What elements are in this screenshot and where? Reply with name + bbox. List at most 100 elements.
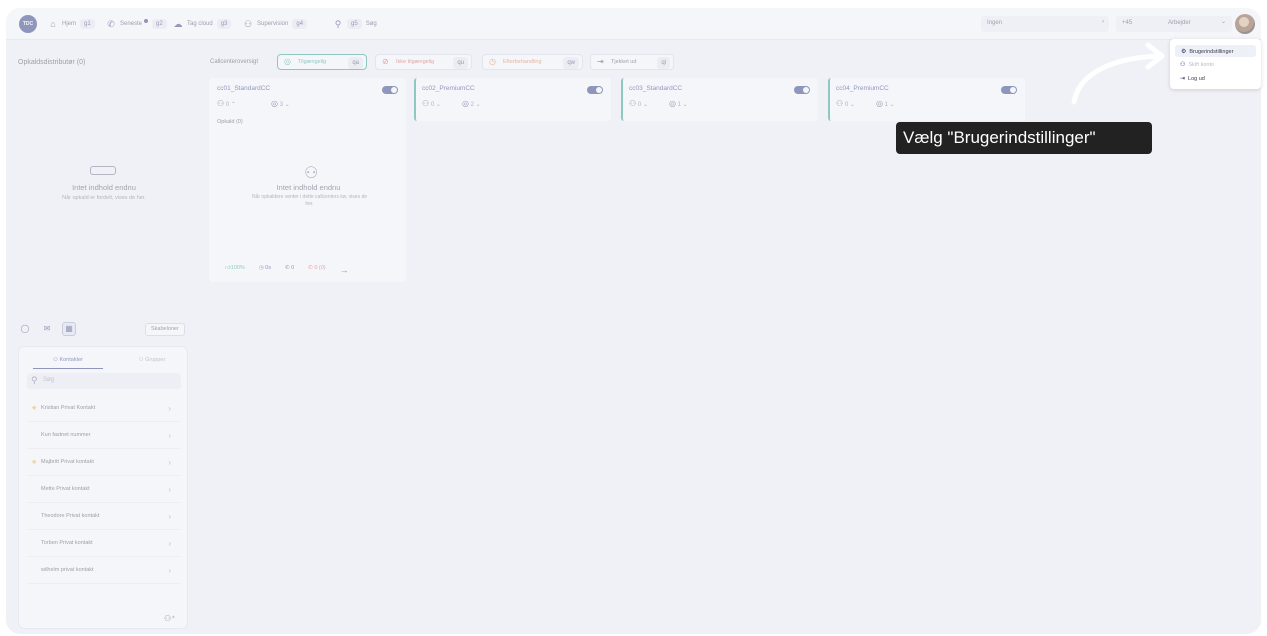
- shortcut-g5: g5: [347, 19, 362, 29]
- templates-button[interactable]: Skabeloner: [145, 323, 185, 336]
- queue-select[interactable]: Ingen ›: [981, 16, 1109, 32]
- chat-icon[interactable]: ◯: [18, 322, 32, 336]
- star-icon: ★: [31, 405, 38, 412]
- list-item[interactable]: Torben Privat kontakt ›: [27, 530, 181, 557]
- chevron-right-icon: ›: [1102, 19, 1104, 25]
- contacts-list: ★ Kristian Privat Kontakt › Kun fastnet …: [27, 395, 181, 584]
- list-item[interactable]: ★ Majbritt Privat kontakt ›: [27, 449, 181, 476]
- list-item[interactable]: wilhelm privat kontakt ›: [27, 557, 181, 584]
- contact-name: Kun fastnet nummer: [41, 432, 91, 438]
- person-icon: ⚇: [304, 165, 319, 182]
- contacts-tabs: ⚇ Kontakter ⚇ Grupper: [19, 353, 187, 369]
- status-available-button[interactable]: ◎ Tilgængelig qa: [277, 54, 367, 70]
- tool-icons: ◯ ✉ ▦: [18, 322, 76, 336]
- contact-name: Theodore Privat kontakt: [41, 513, 100, 519]
- nav-search-label: Søg: [365, 21, 377, 27]
- nav-recent-label: Seneste: [120, 21, 143, 27]
- status-checked-out-button[interactable]: ⇥ Tjekket ud ql: [590, 54, 674, 70]
- menu-item-label: Skift konto: [1188, 62, 1215, 68]
- mail-icon[interactable]: ✉: [40, 322, 54, 336]
- queue-stat[interactable]: ◎ 2 ⌄: [462, 99, 481, 108]
- callcenter-toggle[interactable]: [382, 86, 398, 94]
- headset-icon: ◎: [876, 99, 883, 108]
- list-item[interactable]: Mette Privat kontakt ›: [27, 476, 181, 503]
- callcenter-card[interactable]: cc01_StandardCC ⚇ 0 ⌃ ◎ 3 ⌄ Opkald (0) ⚇…: [209, 78, 406, 282]
- calls-count: ✆ 0: [285, 265, 294, 275]
- avatar[interactable]: [1235, 14, 1255, 34]
- list-item[interactable]: Kun fastnet nummer ›: [27, 422, 181, 449]
- nav-supervision[interactable]: ⚇ Supervision g4: [243, 17, 308, 31]
- queue-stat[interactable]: ◎ 1 ⌄: [876, 99, 895, 108]
- menu-item-user-settings[interactable]: ⚙ Brugerindstillinger: [1175, 45, 1256, 57]
- contacts-search-input[interactable]: ⚲ Søg: [27, 373, 181, 389]
- callcenter-card[interactable]: cc02_PremiumCC ⚇ 0 ⌄ ◎ 2 ⌄: [414, 78, 611, 121]
- search-icon: ⚲: [31, 375, 38, 385]
- queue-count: 2: [470, 102, 474, 108]
- gear-icon: ⚙: [1181, 49, 1187, 55]
- wait-time-value: 0s: [265, 265, 271, 271]
- wait-time: ◷ 0s: [259, 265, 271, 275]
- shortcut-g4: g4: [292, 19, 308, 29]
- nav-home[interactable]: ⌂ Hjem g1: [48, 17, 95, 31]
- headset-icon: ◎: [284, 57, 291, 66]
- contacts-book-icon[interactable]: ▦: [62, 322, 76, 336]
- headset-icon: ◎: [271, 99, 278, 108]
- contacts-panel: ⚇ Kontakter ⚇ Grupper ⚲ Søg ★ Kristian P…: [18, 346, 188, 629]
- tdc-logo[interactable]: TDC: [19, 15, 37, 33]
- search-icon: ⚲: [334, 19, 342, 29]
- list-item[interactable]: ★ Kristian Privat Kontakt ›: [27, 395, 181, 422]
- status-checked-out-label: Tjekket ud: [611, 59, 637, 65]
- nav-recent[interactable]: ✆ Seneste g2: [106, 17, 167, 31]
- queue-stat[interactable]: ◎ 1 ⌄: [669, 99, 688, 108]
- menu-item-label: Brugerindstillinger: [1189, 49, 1234, 55]
- chevron-right-icon: ›: [168, 431, 171, 440]
- agents-stat[interactable]: ⚇ 0 ⌄: [836, 99, 855, 108]
- shortcut-g3: g3: [216, 19, 232, 29]
- person-icon: ⚇: [422, 99, 430, 108]
- chevron-right-icon: ›: [168, 485, 171, 494]
- callcenter-toggle[interactable]: [794, 86, 810, 94]
- nav-search[interactable]: ⚲ g5 Søg: [333, 17, 377, 31]
- shortcut-qu: qu: [453, 57, 468, 69]
- logout-icon: ⇥: [1180, 76, 1186, 82]
- unread-dot: [144, 19, 149, 23]
- menu-item-logout[interactable]: ⇥ Log ud: [1180, 75, 1205, 82]
- nav-tag-cloud-label: Tag cloud: [187, 21, 213, 27]
- status-wrapup-label: Efterbehandling: [503, 59, 542, 65]
- status-unavailable-button[interactable]: ⊘ Ikke tilgængelig qu: [375, 54, 472, 70]
- calls-count-value: 0: [291, 265, 295, 271]
- contact-name: Torben Privat kontakt: [41, 540, 93, 546]
- queue-count: 3: [279, 102, 283, 108]
- arrow-right-icon[interactable]: →: [340, 265, 349, 275]
- agents-stat[interactable]: ⚇ 0 ⌄: [629, 99, 648, 108]
- missed-calls-value: 0 (0): [314, 265, 326, 271]
- queue-stat[interactable]: ◎ 3 ⌄: [271, 99, 290, 108]
- phone-prefix: +45: [1122, 20, 1133, 26]
- card-empty-title: Intet indhold endnu: [276, 183, 341, 192]
- nav-tag-cloud[interactable]: ☁ Tag cloud g3: [173, 17, 232, 31]
- empty-state-title: Intet indhold endnu: [72, 183, 136, 192]
- menu-item-switch-account[interactable]: ⚇ Skift konto: [1180, 61, 1214, 68]
- tab-contacts[interactable]: ⚇ Kontakter: [33, 353, 103, 369]
- chevron-right-icon: ›: [168, 512, 171, 521]
- agents-stat[interactable]: ⚇ 0 ⌃: [217, 99, 236, 108]
- phone-icon: ✆: [107, 19, 115, 29]
- card-empty-subtitle: Når opkaldere venter i dette callcenters…: [251, 194, 368, 207]
- callcenter-toggle[interactable]: [587, 86, 603, 94]
- contact-name: Majbritt Privat kontakt: [41, 459, 94, 465]
- add-contact-icon[interactable]: ⚇⁺: [164, 614, 175, 623]
- agents-stat[interactable]: ⚇ 0 ⌄: [422, 99, 441, 108]
- calls-label: Opkald (0): [217, 119, 243, 125]
- callcenter-name: cc01_StandardCC: [217, 85, 271, 92]
- callcenter-toggle[interactable]: [1001, 86, 1017, 94]
- status-wrapup-button[interactable]: ◷ Efterbehandling qw: [482, 54, 583, 70]
- tab-groups[interactable]: ⚇ Grupper: [117, 353, 187, 369]
- callcenter-card[interactable]: cc03_StandardCC ⚇ 0 ⌄ ◎ 1 ⌄: [621, 78, 818, 121]
- shortcut-ql: ql: [657, 57, 670, 69]
- list-item[interactable]: Theodore Privat kontakt ›: [27, 503, 181, 530]
- person-icon: ⚇: [629, 99, 637, 108]
- user-menu: ⚙ Brugerindstillinger ⚇ Skift konto ⇥ Log u…: [1170, 39, 1261, 89]
- work-status-select[interactable]: +45 Arbejder ⌄: [1116, 16, 1232, 32]
- callcenter-card[interactable]: cc04_PremiumCC ⚇ 0 ⌄ ◎ 1 ⌄: [828, 78, 1025, 121]
- agents-count: 0: [637, 102, 642, 108]
